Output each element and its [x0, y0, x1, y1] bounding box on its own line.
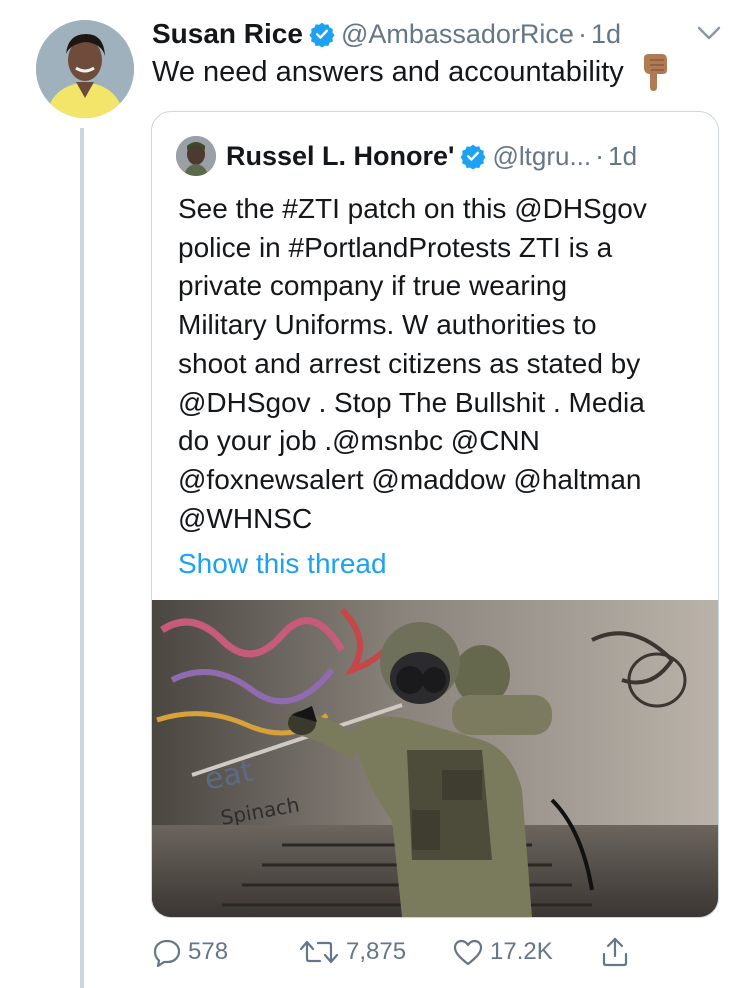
tweet-text: We need answers and accountability — [152, 52, 670, 92]
reply-icon — [153, 939, 181, 967]
tweet-timestamp[interactable]: 1d — [591, 19, 621, 50]
reply-button[interactable]: 578 — [152, 930, 228, 974]
share-icon — [602, 937, 628, 967]
quoted-tweet-card[interactable]: Russel L. Honore' @ltgru... · 1d See the… — [151, 111, 719, 918]
quoted-avatar — [176, 136, 216, 176]
quoted-tweet-photo[interactable]: eat Spinach — [152, 600, 718, 917]
show-thread-link[interactable]: Show this thread — [178, 548, 387, 580]
author-handle[interactable]: @AmbassadorRice — [341, 19, 574, 50]
like-count: 17.2K — [490, 938, 553, 965]
verified-badge-icon — [460, 144, 487, 169]
author-name[interactable]: Susan Rice — [152, 18, 303, 50]
like-button[interactable]: 17.2K — [452, 930, 553, 974]
quoted-timestamp: 1d — [608, 140, 638, 171]
tweet-actions: 578 7,875 17.2K — [152, 930, 652, 974]
reply-count: 578 — [188, 938, 229, 965]
retweet-icon — [299, 940, 339, 964]
quoted-tweet-header: Russel L. Honore' @ltgru... · 1d — [176, 134, 637, 178]
quoted-author-name: Russel L. Honore' — [226, 140, 455, 171]
tweet-header: Susan Rice @AmbassadorRice · 1d — [152, 14, 621, 54]
chevron-down-icon[interactable] — [694, 22, 724, 44]
pointing-down-emoji — [643, 54, 667, 91]
quoted-tweet-text: See the #ZTI patch on this @DHSgov polic… — [178, 193, 647, 534]
like-icon — [453, 939, 483, 966]
avatar[interactable] — [36, 20, 134, 118]
share-button[interactable] — [600, 930, 636, 974]
retweet-count: 7,875 — [346, 938, 407, 965]
retweet-button[interactable]: 7,875 — [298, 930, 406, 974]
quoted-author-handle: @ltgru... — [492, 140, 592, 171]
verified-badge-icon — [309, 22, 335, 47]
thread-connector — [80, 128, 84, 988]
tweet-text-content: We need answers and accountability — [152, 55, 624, 88]
separator-dot: · — [577, 18, 587, 49]
separator-dot: · — [595, 140, 605, 171]
